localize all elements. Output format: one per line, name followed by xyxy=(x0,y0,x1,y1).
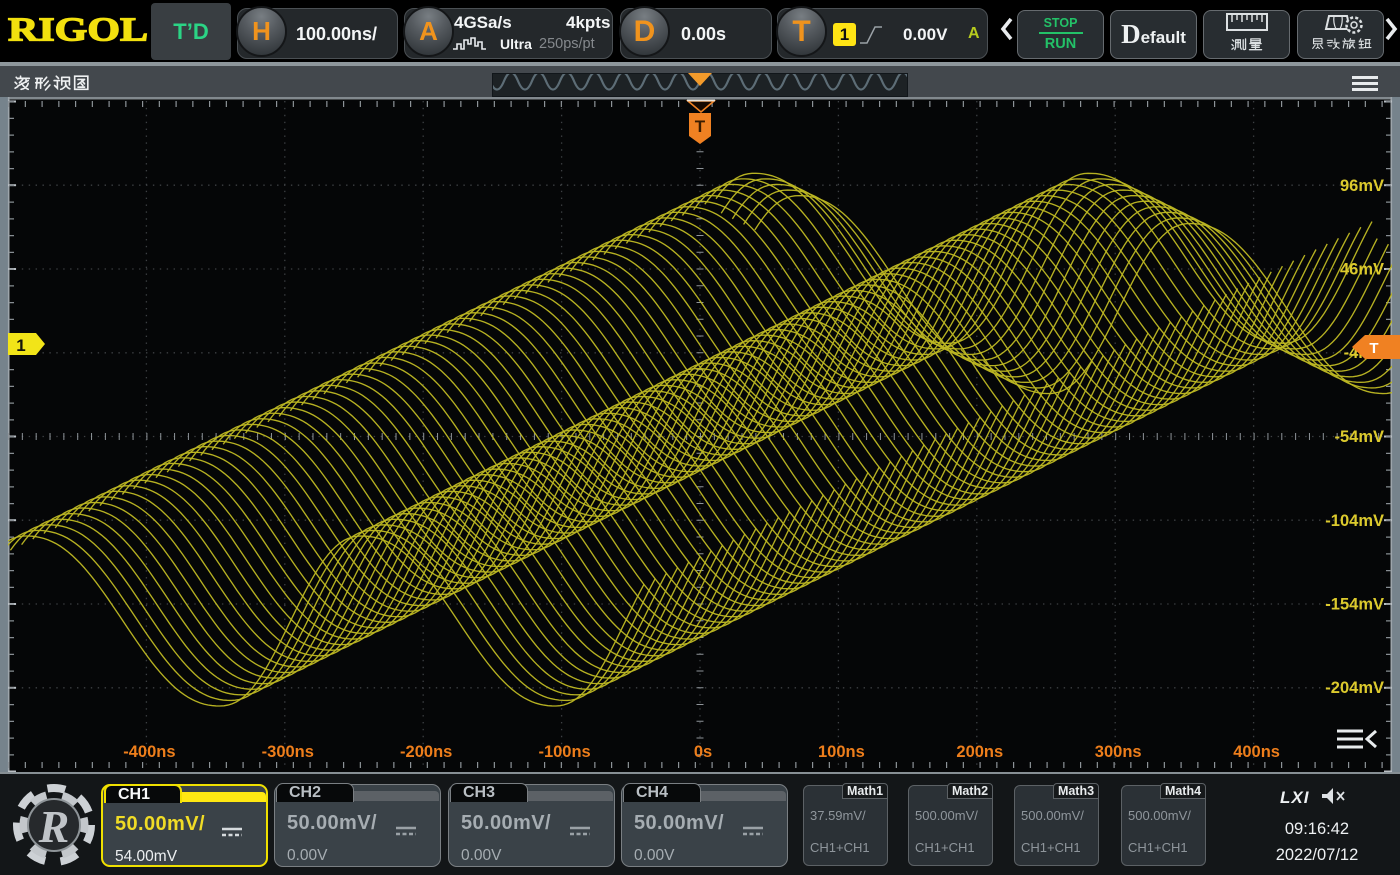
svg-text:-54mV: -54mV xyxy=(1334,428,1384,446)
svg-text:-100ns: -100ns xyxy=(538,743,590,761)
svg-text:R: R xyxy=(38,801,70,852)
svg-text:46mV: 46mV xyxy=(1340,261,1384,279)
svg-text:300ns: 300ns xyxy=(1095,743,1142,761)
svg-text:-300ns: -300ns xyxy=(262,743,314,761)
svg-text:100ns: 100ns xyxy=(818,743,865,761)
svg-text:T: T xyxy=(1369,340,1378,357)
svg-text:96mV: 96mV xyxy=(1340,177,1384,195)
svg-text:-200ns: -200ns xyxy=(400,743,452,761)
svg-text:200ns: 200ns xyxy=(956,743,1003,761)
svg-text:T: T xyxy=(695,117,706,136)
svg-text:1: 1 xyxy=(16,336,25,355)
svg-text:-204mV: -204mV xyxy=(1325,679,1384,697)
svg-text:0s: 0s xyxy=(694,743,712,761)
svg-text:-104mV: -104mV xyxy=(1325,512,1384,530)
svg-text:-154mV: -154mV xyxy=(1325,596,1384,614)
svg-text:-400ns: -400ns xyxy=(123,743,175,761)
svg-text:400ns: 400ns xyxy=(1233,743,1280,761)
